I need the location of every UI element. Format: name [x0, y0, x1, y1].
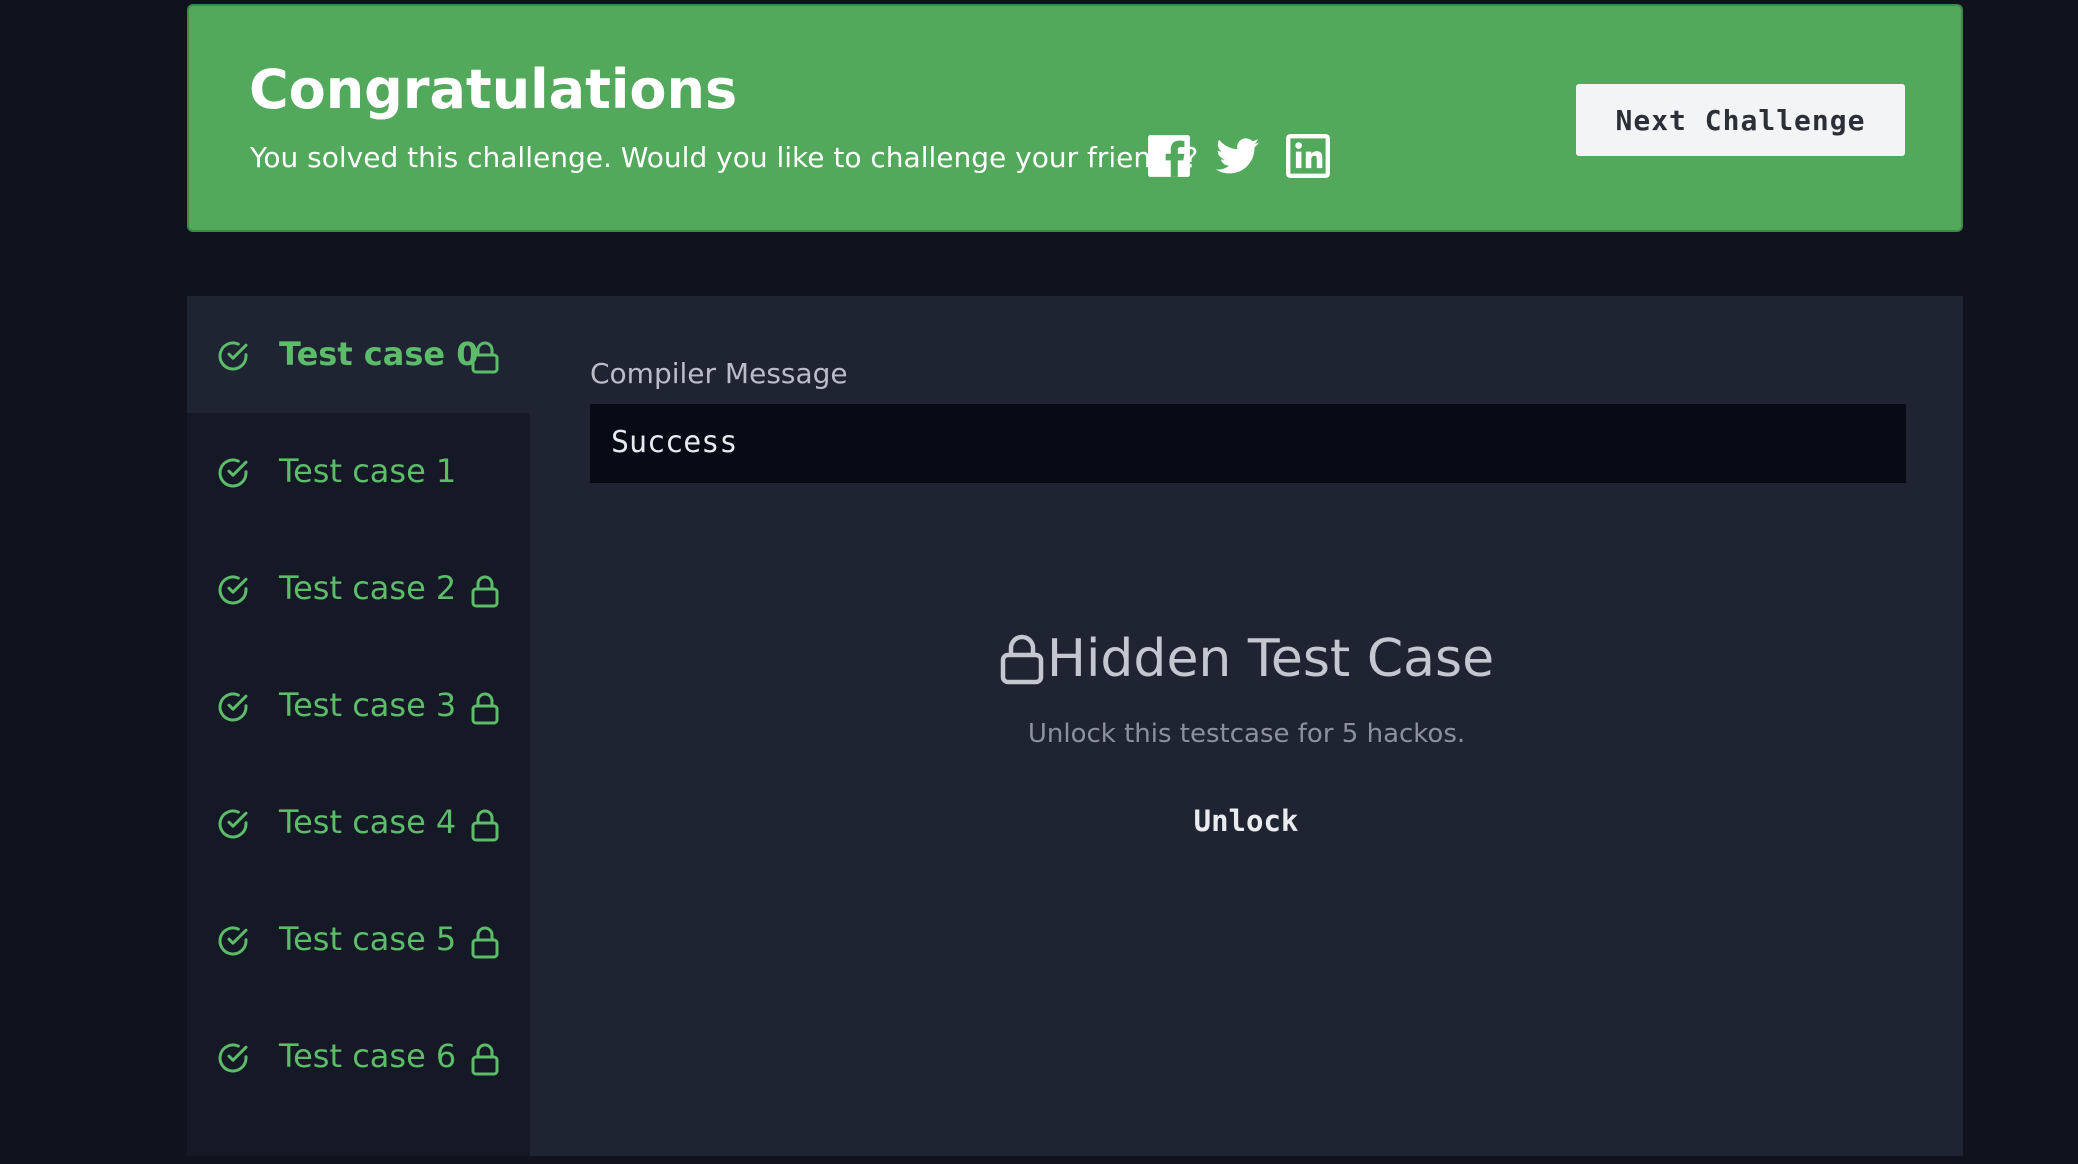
test-case-label: Test case 1: [279, 452, 457, 490]
success-banner: Congratulations You solved this challeng…: [187, 4, 1963, 232]
test-results-panel: Test case 0 Test case 1 Test case 2 Test…: [187, 296, 1963, 1156]
check-circle-icon: [216, 573, 250, 607]
banner-title: Congratulations: [249, 58, 738, 121]
unlock-button[interactable]: Unlock: [1136, 796, 1356, 846]
compiler-message-box: Success: [590, 404, 1906, 483]
test-case-tab-0[interactable]: Test case 0: [187, 296, 530, 413]
banner-subtitle: You solved this challenge. Would you lik…: [250, 141, 1199, 174]
test-case-tab-2[interactable]: Test case 2: [187, 530, 530, 647]
linkedin-icon[interactable]: [1286, 134, 1330, 178]
hidden-test-case-notice: Hidden Test Case: [530, 626, 1963, 692]
test-case-label: Test case 5: [279, 920, 457, 958]
check-circle-icon: [216, 807, 250, 841]
test-case-tab-5[interactable]: Test case 5: [187, 881, 530, 998]
next-challenge-button[interactable]: Next Challenge: [1576, 84, 1905, 156]
lock-icon: [470, 808, 500, 842]
lock-icon: [470, 925, 500, 959]
check-circle-icon: [216, 456, 250, 490]
hidden-test-case-subtitle: Unlock this testcase for 5 hackos.: [1027, 719, 1466, 749]
test-case-tab-4[interactable]: Test case 4: [187, 764, 530, 881]
lock-icon: [470, 340, 500, 374]
lock-icon: [470, 1042, 500, 1076]
lock-icon: [470, 691, 500, 725]
test-case-label: Test case 6: [279, 1037, 457, 1075]
twitter-icon[interactable]: [1216, 134, 1260, 178]
test-case-label: Test case 4: [279, 803, 457, 841]
lock-icon: [470, 574, 500, 608]
test-case-label: Test case 2: [279, 569, 457, 607]
test-case-label: Test case 3: [279, 686, 457, 724]
test-case-detail: Compiler Message Success Hidden Test Cas…: [530, 296, 1963, 1156]
check-circle-icon: [216, 924, 250, 958]
compiler-message-label: Compiler Message: [590, 357, 848, 390]
test-case-tab-1[interactable]: Test case 1: [187, 413, 530, 530]
test-case-tab-3[interactable]: Test case 3: [187, 647, 530, 764]
facebook-icon[interactable]: [1147, 134, 1191, 178]
test-case-label: Test case 0: [279, 335, 479, 373]
compiler-message-text: Success: [611, 425, 738, 460]
check-circle-icon: [216, 339, 250, 373]
test-case-list: Test case 0 Test case 1 Test case 2 Test…: [187, 296, 530, 1156]
check-circle-icon: [216, 1041, 250, 1075]
hidden-test-case-title: Hidden Test Case: [999, 626, 1494, 692]
check-circle-icon: [216, 690, 250, 724]
hidden-test-case-title-text: Hidden Test Case: [1046, 629, 1495, 689]
test-case-tab-6[interactable]: Test case 6: [187, 998, 530, 1115]
lock-icon: [999, 633, 1045, 685]
